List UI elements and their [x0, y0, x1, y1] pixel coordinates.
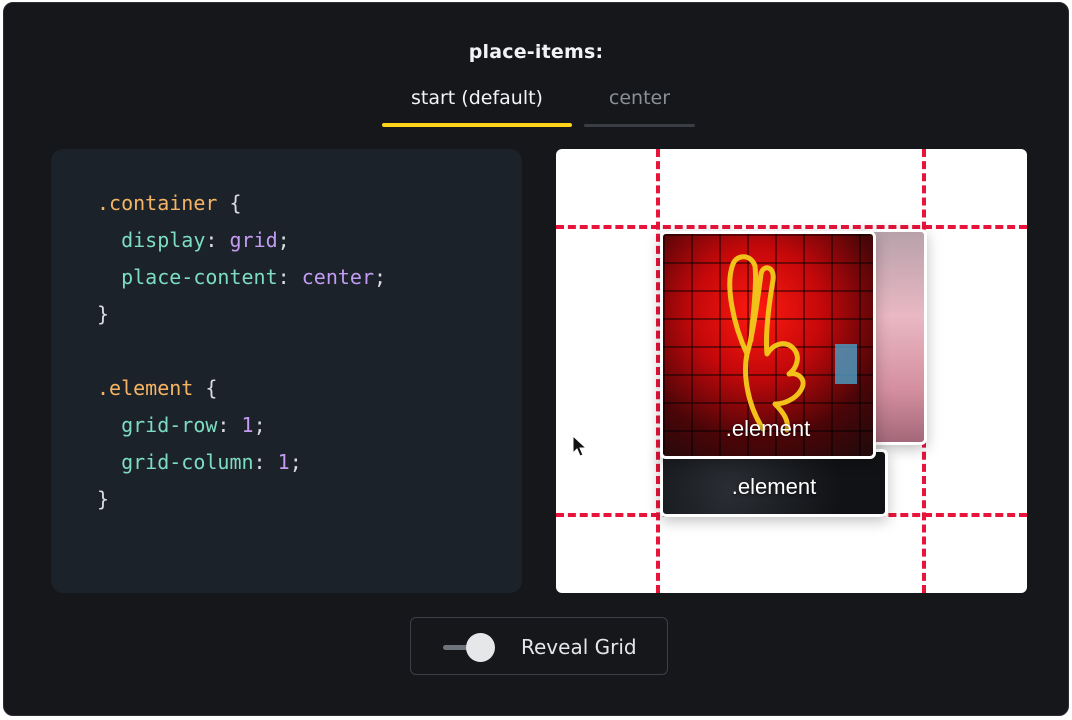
tab-active-indicator [382, 123, 572, 127]
code-block: .container { display: grid; place-conten… [97, 191, 387, 511]
peace-hand-icon [727, 254, 806, 433]
tab-inactive-indicator [584, 124, 695, 127]
tab-label: start (default) [411, 87, 543, 109]
code-val-grid-row: 1 [241, 413, 254, 437]
page-title: place-items: [468, 41, 604, 63]
tab-start-default[interactable]: start (default) [382, 87, 572, 127]
toggle-label: Reveal Grid [521, 635, 637, 659]
code-val-place-content: center [301, 265, 374, 289]
toggle-knob[interactable] [466, 633, 495, 662]
code-prop-grid-column: grid-column [121, 450, 254, 474]
grid-preview: .element .element [556, 149, 1027, 593]
code-prop-place-content: place-content [121, 265, 278, 289]
app-frame: place-items: start (default) center .con… [3, 2, 1069, 716]
reveal-grid-toggle[interactable]: Reveal Grid [410, 617, 668, 675]
grid-line-horizontal-1 [556, 225, 1027, 229]
mouse-cursor-icon [572, 435, 588, 457]
code-selector-container: .container [97, 191, 218, 215]
code-val-grid-column: 1 [277, 450, 290, 474]
code-panel: .container { display: grid; place-conten… [51, 149, 522, 593]
tab-label: center [608, 87, 671, 109]
element-card-label: .element [731, 474, 817, 499]
code-val-display: grid [229, 228, 278, 252]
element-card-label: .element [725, 416, 811, 441]
element-card-back: .element [660, 449, 888, 517]
code-selector-element: .element [97, 376, 194, 400]
code-prop-grid-row: grid-row [121, 413, 218, 437]
element-card-front: .element [660, 231, 876, 459]
code-prop-display: display [121, 228, 206, 252]
tab-center[interactable]: center [584, 87, 695, 127]
